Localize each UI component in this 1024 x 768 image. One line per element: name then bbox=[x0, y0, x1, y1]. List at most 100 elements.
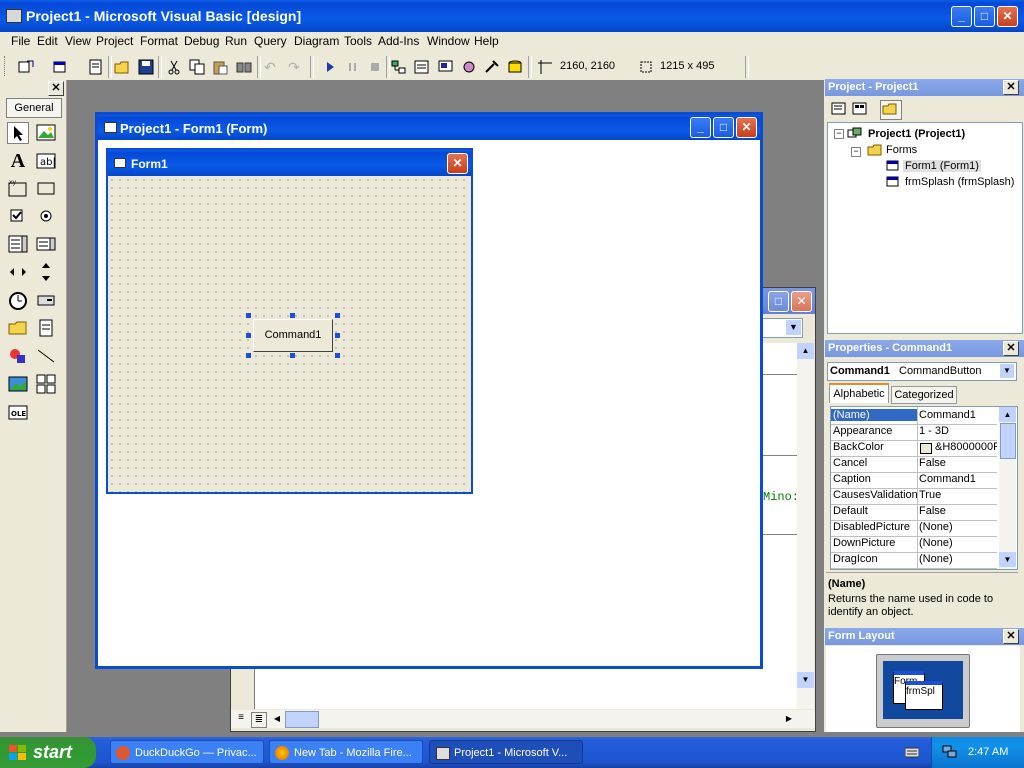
minimize-button[interactable]: _ bbox=[951, 6, 972, 27]
timer-tool-icon[interactable] bbox=[7, 289, 29, 311]
scroll-thumb[interactable] bbox=[1000, 423, 1016, 459]
form-designer-close-button[interactable]: ✕ bbox=[736, 117, 757, 138]
property-row-name[interactable]: (Name) Command1 bbox=[831, 408, 997, 425]
property-row-cancel[interactable]: Cancel False bbox=[831, 456, 997, 473]
selection-handle[interactable] bbox=[246, 313, 251, 318]
property-row-causesvalidation[interactable]: CausesValidation True bbox=[831, 488, 997, 505]
toggle-folders-icon[interactable] bbox=[880, 100, 902, 120]
paste-icon[interactable] bbox=[212, 59, 228, 75]
taskbar-item-duckduckgo[interactable]: DuckDuckGo — Privac... bbox=[110, 740, 264, 764]
main-title-bar[interactable]: Project1 - Microsoft Visual Basic [desig… bbox=[0, 0, 1024, 32]
menu-diagram[interactable]: Diagram bbox=[294, 34, 339, 48]
scroll-left-icon[interactable]: ◀ bbox=[269, 711, 285, 727]
project-explorer-close-button[interactable]: ✕ bbox=[1003, 80, 1019, 95]
combobox-tool-icon[interactable] bbox=[7, 233, 29, 255]
tree-expander[interactable]: − bbox=[834, 129, 844, 139]
view-object-icon[interactable] bbox=[852, 102, 868, 116]
hscrollbar-tool-icon[interactable] bbox=[7, 261, 29, 283]
shape-tool-icon[interactable] bbox=[7, 345, 29, 367]
end-icon[interactable] bbox=[367, 59, 383, 75]
property-vscrollbar[interactable]: ▲ ▼ bbox=[999, 407, 1016, 569]
menu-tools[interactable]: Tools bbox=[344, 34, 372, 48]
form-layout-title-bar[interactable]: Form Layout bbox=[825, 628, 1024, 645]
add-form-icon[interactable] bbox=[52, 59, 68, 75]
toolbox-general-tab[interactable]: General bbox=[6, 98, 62, 118]
procedure-view-icon[interactable]: ≡ bbox=[234, 712, 248, 726]
vscrollbar-tool-icon[interactable] bbox=[35, 261, 57, 283]
property-value[interactable]: 1 - 3D bbox=[919, 425, 997, 437]
maximize-button[interactable]: □ bbox=[974, 6, 995, 27]
data-tool-icon[interactable] bbox=[35, 373, 57, 395]
selection-handle[interactable] bbox=[246, 353, 251, 358]
frame-tool-icon[interactable]: xy bbox=[7, 177, 29, 199]
property-row-appearance[interactable]: Appearance 1 - 3D bbox=[831, 424, 997, 441]
form-designer-title-bar[interactable]: Project1 - Form1 (Form) _ □ ✕ bbox=[98, 115, 760, 140]
save-icon[interactable] bbox=[138, 59, 154, 75]
selection-handle[interactable] bbox=[246, 333, 251, 338]
form1-title-bar[interactable]: Form1 ✕ bbox=[108, 150, 471, 176]
property-value[interactable]: (None) bbox=[919, 537, 997, 549]
tree-item-frmsplash[interactable]: frmSplash (frmSplash) bbox=[905, 176, 1014, 188]
form-layout-close-button[interactable]: ✕ bbox=[1003, 629, 1019, 644]
object-browser-icon[interactable] bbox=[461, 59, 477, 75]
object-dropdown-icon[interactable]: ▼ bbox=[1000, 364, 1014, 378]
selection-handle[interactable] bbox=[335, 333, 340, 338]
menu-addins[interactable]: Add-Ins bbox=[378, 34, 419, 48]
open-icon[interactable] bbox=[114, 59, 130, 75]
code-maximize-button[interactable]: □ bbox=[768, 291, 789, 312]
properties-window-icon[interactable] bbox=[414, 59, 430, 75]
pointer-tool-icon[interactable] bbox=[7, 122, 29, 144]
forms-folder-label[interactable]: Forms bbox=[886, 144, 917, 156]
scroll-right-icon[interactable]: ▶ bbox=[781, 711, 797, 727]
menu-edit[interactable]: Edit bbox=[37, 34, 58, 48]
dirlistbox-tool-icon[interactable] bbox=[7, 317, 29, 339]
ole-tool-icon[interactable]: OLE bbox=[7, 401, 29, 423]
menu-editor-icon[interactable] bbox=[88, 59, 104, 75]
project-explorer-title-bar[interactable]: Project - Project1 bbox=[825, 79, 1024, 96]
checkbox-tool-icon[interactable] bbox=[7, 205, 29, 227]
menu-query[interactable]: Query bbox=[254, 34, 287, 48]
code-close-button[interactable]: ✕ bbox=[791, 291, 812, 312]
form1-close-button[interactable]: ✕ bbox=[447, 153, 468, 174]
filelistbox-tool-icon[interactable] bbox=[35, 317, 57, 339]
redo-icon[interactable]: ↷ bbox=[288, 59, 304, 75]
property-value[interactable]: True bbox=[919, 489, 997, 501]
project-root-label[interactable]: Project1 (Project1) bbox=[868, 128, 965, 140]
selection-handle[interactable] bbox=[290, 353, 295, 358]
view-code-icon[interactable] bbox=[831, 102, 847, 116]
command1-button[interactable]: Command1 bbox=[253, 319, 333, 352]
menu-window[interactable]: Window bbox=[427, 34, 470, 48]
property-value[interactable]: &H8000000F bbox=[935, 441, 997, 453]
taskbar-item-firefox[interactable]: New Tab - Mozilla Fire... bbox=[269, 740, 423, 764]
close-button[interactable]: ✕ bbox=[997, 6, 1018, 27]
toolbox-close-button[interactable]: ✕ bbox=[48, 81, 64, 96]
properties-close-button[interactable]: ✕ bbox=[1003, 341, 1019, 356]
start-icon[interactable] bbox=[322, 59, 338, 75]
scroll-up-icon[interactable]: ▲ bbox=[797, 343, 814, 359]
form-designer-minimize-button[interactable]: _ bbox=[690, 117, 711, 138]
label-tool-icon[interactable]: A bbox=[7, 150, 29, 172]
find-icon[interactable] bbox=[236, 59, 252, 75]
form-designer-maximize-button[interactable]: □ bbox=[713, 117, 734, 138]
property-row-dragicon[interactable]: DragIcon (None) bbox=[831, 552, 997, 569]
property-value[interactable]: False bbox=[919, 505, 997, 517]
toolbox-icon[interactable] bbox=[484, 59, 500, 75]
selection-handle[interactable] bbox=[290, 313, 295, 318]
taskbar-item-vb[interactable]: Project1 - Microsoft V... bbox=[429, 740, 583, 764]
property-value[interactable]: (None) bbox=[919, 521, 997, 533]
menu-view[interactable]: View bbox=[65, 34, 91, 48]
object-selector[interactable]: Command1 CommandButton ▼ bbox=[827, 362, 1017, 381]
layout-splash-preview[interactable]: frmSpl bbox=[905, 681, 943, 710]
start-button[interactable]: start bbox=[0, 737, 96, 768]
selection-handle[interactable] bbox=[335, 353, 340, 358]
tab-alphabetic[interactable]: Alphabetic bbox=[829, 383, 889, 403]
property-row-backcolor[interactable]: BackColor &H8000000F bbox=[831, 440, 997, 457]
property-value[interactable]: Command1 bbox=[919, 409, 997, 421]
break-icon[interactable] bbox=[345, 59, 361, 75]
listbox-tool-icon[interactable] bbox=[35, 233, 57, 255]
drivelistbox-tool-icon[interactable] bbox=[35, 289, 57, 311]
scroll-down-icon[interactable]: ▼ bbox=[797, 672, 814, 688]
property-value[interactable]: False bbox=[919, 457, 997, 469]
cut-icon[interactable] bbox=[166, 59, 182, 75]
scroll-down-icon[interactable]: ▼ bbox=[999, 552, 1016, 567]
